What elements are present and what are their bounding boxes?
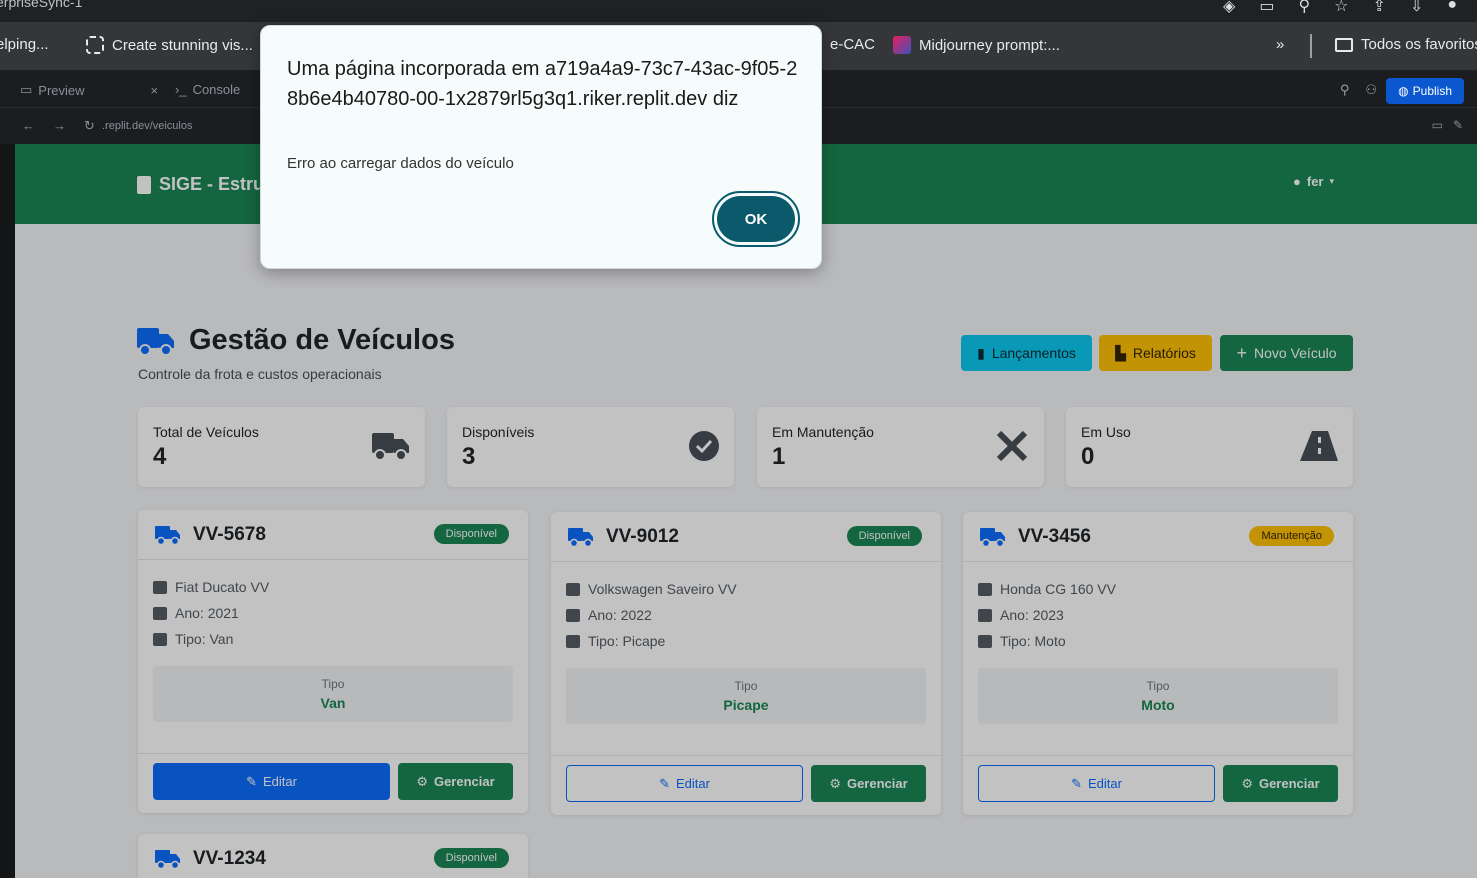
terminal-icon: ›_ bbox=[175, 82, 187, 97]
bookmark-midjourney[interactable]: Midjourney prompt:... bbox=[893, 36, 1060, 54]
bookmark-ecac[interactable]: e-CAC bbox=[830, 36, 875, 53]
share-icon[interactable]: ⇪ bbox=[1373, 0, 1386, 16]
bookmark-all-favorites[interactable]: Todos os favoritos bbox=[1335, 36, 1477, 53]
preview-url[interactable]: .replit.dev/veiculos bbox=[102, 120, 193, 132]
star-icon[interactable]: ☆ bbox=[1334, 0, 1348, 16]
preview-actions: ▭ ✎ bbox=[1432, 118, 1463, 132]
dialog-message: Erro ao carregar dados do veículo bbox=[287, 155, 514, 172]
browser-toolbar-icons: ◈ ▭ ⚲ ☆ ⇪ ⇩ ● bbox=[1223, 0, 1457, 16]
folder-icon bbox=[1335, 37, 1353, 52]
midjourney-icon bbox=[893, 36, 911, 54]
tab-console[interactable]: ›_ Console bbox=[175, 82, 240, 97]
download-icon[interactable]: ⇩ bbox=[1410, 0, 1423, 16]
devices-icon[interactable]: ▭ bbox=[1432, 118, 1443, 132]
pane-actions: ⚲ ⚇ bbox=[1340, 82, 1377, 98]
divider bbox=[1310, 34, 1312, 58]
search-icon[interactable]: ⚲ bbox=[1298, 0, 1310, 16]
cast-icon[interactable]: ▭ bbox=[1259, 0, 1274, 16]
monitor-icon: ▭ bbox=[20, 82, 33, 97]
browser-tab-strip: erpriseSync-1 ◈ ▭ ⚲ ☆ ⇪ ⇩ ● bbox=[0, 0, 1477, 22]
add-user-icon[interactable]: ⚇ bbox=[1365, 82, 1377, 98]
alert-dialog: Uma página incorporada em a719a4a9-73c7-… bbox=[260, 25, 822, 269]
publish-icon: ◍ bbox=[1398, 84, 1409, 98]
close-icon[interactable]: × bbox=[151, 83, 159, 98]
wrench-icon[interactable]: ✎ bbox=[1453, 118, 1463, 132]
reload-icon[interactable]: ↻ bbox=[84, 118, 95, 134]
bookmark-helping[interactable]: elping... bbox=[0, 36, 49, 53]
dialog-title: Uma página incorporada em a719a4a9-73c7-… bbox=[287, 58, 798, 110]
preview-nav: ← → ↻ bbox=[22, 118, 95, 134]
left-sidebar-strip bbox=[0, 144, 15, 878]
ok-button-label: OK bbox=[717, 196, 795, 242]
ok-button[interactable]: OK bbox=[712, 191, 800, 247]
tab-preview[interactable]: ▭ Preview × bbox=[20, 82, 158, 98]
avatar[interactable]: ● bbox=[1447, 0, 1457, 16]
back-icon[interactable]: ← bbox=[22, 118, 35, 134]
publish-button[interactable]: ◍ Publish bbox=[1386, 78, 1464, 104]
bookmark-icon bbox=[86, 36, 104, 54]
more-bookmarks-button[interactable]: » bbox=[1276, 36, 1284, 53]
extensions-icon[interactable]: ◈ bbox=[1223, 0, 1235, 16]
bookmark-create-stunning[interactable]: Create stunning vis... bbox=[86, 36, 253, 54]
forward-icon[interactable]: → bbox=[53, 118, 66, 134]
search-icon[interactable]: ⚲ bbox=[1340, 82, 1350, 98]
tab-title[interactable]: erpriseSync-1 bbox=[0, 0, 82, 10]
